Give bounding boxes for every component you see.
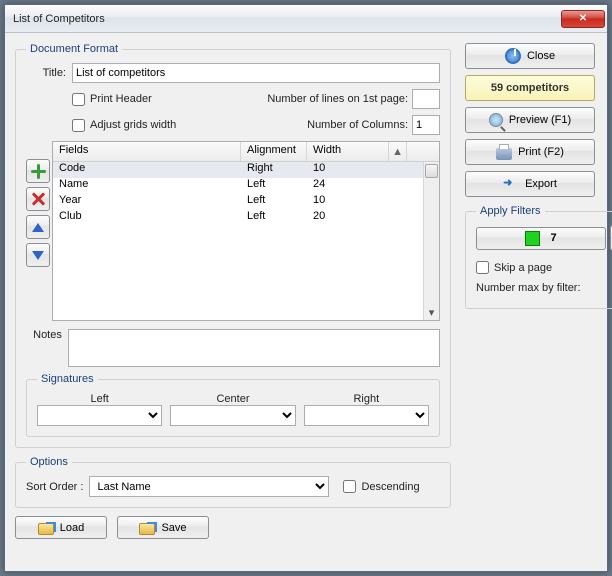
window-title: List of Competitors	[13, 13, 557, 25]
descending-checkbox[interactable]	[343, 480, 356, 493]
dialog-body: Close 59 competitors Preview (F1) Print …	[5, 33, 607, 571]
save-label: Save	[161, 522, 186, 534]
scrollbar-thumb[interactable]	[425, 164, 438, 178]
delete-icon	[30, 191, 46, 207]
print-label: Print (F2)	[518, 146, 564, 158]
options-legend: Options	[26, 456, 72, 468]
sig-left-combo[interactable]	[37, 405, 162, 426]
magnifier-icon	[489, 113, 503, 127]
arrow-down-icon	[32, 251, 44, 260]
col-alignment-header[interactable]: Alignment	[241, 142, 307, 161]
adjust-grids-label: Adjust grids width	[90, 119, 307, 131]
num-columns-input[interactable]	[412, 115, 440, 135]
lines-first-page-input[interactable]	[412, 89, 440, 109]
lines-first-page-label: Number of lines on 1st page:	[267, 93, 408, 105]
move-down-button[interactable]	[26, 243, 50, 267]
left-panel: Document Format Title: Print Header Numb…	[15, 43, 451, 539]
window-close-button[interactable]	[561, 10, 605, 28]
plus-icon	[29, 162, 47, 180]
skip-page-label: Skip a page	[494, 262, 552, 274]
sig-center-label: Center	[216, 393, 249, 405]
table-row[interactable]: Name Left 24	[53, 178, 439, 194]
options-group: Options Sort Order : Last Name Descendin…	[15, 456, 451, 508]
folder-save-icon	[139, 523, 155, 535]
right-panel: Close 59 competitors Preview (F1) Print …	[465, 43, 597, 317]
sig-left-label: Left	[90, 393, 108, 405]
sort-order-label: Sort Order :	[26, 481, 89, 493]
title-input[interactable]	[72, 63, 440, 83]
document-format-legend: Document Format	[26, 43, 122, 55]
table-row[interactable]: Club Left 20	[53, 210, 439, 226]
print-header-label: Print Header	[90, 93, 267, 105]
num-columns-label: Number of Columns:	[307, 119, 408, 131]
load-button[interactable]: Load	[15, 516, 107, 539]
sig-right-combo[interactable]	[304, 405, 429, 426]
adjust-grids-checkbox[interactable]	[72, 119, 85, 132]
add-row-button[interactable]	[26, 159, 50, 183]
descending-label: Descending	[361, 481, 419, 493]
sig-center-combo[interactable]	[170, 405, 295, 426]
apply-filters-legend: Apply Filters	[476, 205, 545, 217]
fields-table[interactable]: Fields Alignment Width ▲ Code Right 10	[52, 141, 440, 321]
filter-count: 7	[550, 232, 556, 244]
title-label: Title:	[26, 67, 72, 79]
max-by-filter-label: Number max by filter:	[476, 282, 612, 294]
table-row[interactable]: Code Right 10	[53, 162, 439, 178]
table-header: Fields Alignment Width ▲	[53, 142, 439, 162]
arrow-up-icon	[32, 223, 44, 232]
document-format-group: Document Format Title: Print Header Numb…	[15, 43, 451, 448]
table-row[interactable]: Year Left 10	[53, 194, 439, 210]
signatures-group: Signatures Left Center Right	[26, 373, 440, 437]
table-body: Code Right 10 Name Left 24 Year	[53, 162, 439, 226]
table-vscrollbar[interactable]: ▾	[423, 162, 439, 320]
export-icon: ➜	[503, 176, 519, 192]
preview-label: Preview (F1)	[509, 114, 571, 126]
delete-row-button[interactable]	[26, 187, 50, 211]
col-fields-header[interactable]: Fields	[53, 142, 241, 161]
sig-right-label: Right	[353, 393, 379, 405]
save-button[interactable]: Save	[117, 516, 209, 539]
power-icon	[505, 48, 521, 64]
preview-button[interactable]: Preview (F1)	[465, 107, 595, 133]
col-width-header[interactable]: Width	[307, 142, 389, 161]
green-square-icon	[525, 231, 540, 246]
notes-textarea[interactable]	[68, 329, 440, 367]
print-header-checkbox[interactable]	[72, 93, 85, 106]
apply-filters-group: Apply Filters 7 x Skip a page Number max…	[465, 205, 612, 309]
filter-count-button[interactable]: 7	[476, 227, 606, 250]
skip-page-checkbox[interactable]	[476, 261, 489, 274]
scrollbar-down-arrow[interactable]: ▾	[424, 304, 439, 320]
printer-icon	[496, 148, 512, 160]
titlebar: List of Competitors	[5, 5, 607, 33]
print-button[interactable]: Print (F2)	[465, 139, 595, 165]
load-label: Load	[60, 522, 84, 534]
notes-label: Notes	[26, 329, 68, 341]
folder-open-icon	[38, 523, 54, 535]
export-label: Export	[525, 178, 557, 190]
close-button[interactable]: Close	[465, 43, 595, 69]
move-up-button[interactable]	[26, 215, 50, 239]
close-label: Close	[527, 50, 555, 62]
competitors-count-status: 59 competitors	[465, 75, 595, 101]
sort-order-combo[interactable]: Last Name	[89, 476, 329, 497]
export-button[interactable]: ➜ Export	[465, 171, 595, 197]
dialog-window: List of Competitors Close 59 competitors…	[4, 4, 608, 572]
signatures-legend: Signatures	[37, 373, 98, 385]
col-sort-header[interactable]: ▲	[389, 142, 407, 161]
